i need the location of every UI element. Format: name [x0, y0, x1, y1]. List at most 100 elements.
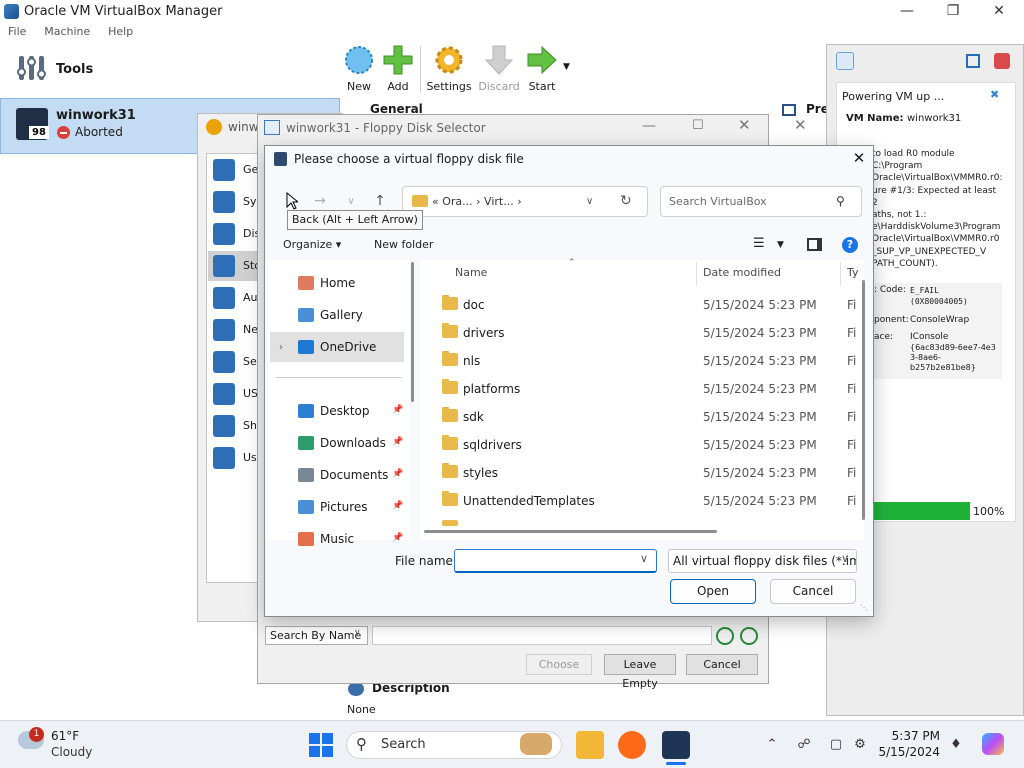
- floppy-maximize-icon[interactable]: ☐: [692, 118, 704, 133]
- new-folder-button[interactable]: New folder: [374, 238, 433, 251]
- tools-row[interactable]: [0, 42, 340, 96]
- start-dropdown-icon[interactable]: ▼: [563, 62, 570, 72]
- settings-category-item[interactable]: US: [208, 379, 264, 409]
- settings-category-item[interactable]: Us: [208, 443, 264, 473]
- clock-date[interactable]: 5/15/2024: [872, 745, 940, 759]
- menu-machine[interactable]: Machine: [44, 25, 90, 38]
- menu-help[interactable]: Help: [108, 25, 133, 38]
- up-arrow-icon[interactable]: ↑: [370, 193, 390, 211]
- leave-empty-button[interactable]: Leave Empty: [604, 654, 676, 690]
- file-type-filter[interactable]: All virtual floppy disk files (*.im: [668, 549, 857, 573]
- settings-category-icon: [213, 287, 235, 309]
- help-icon[interactable]: ?: [842, 237, 858, 253]
- view-options-icon[interactable]: ☰: [753, 236, 765, 251]
- nav-item-label: Home: [320, 276, 356, 290]
- refresh-icon[interactable]: ↻: [620, 193, 632, 209]
- weather-description[interactable]: Cloudy: [51, 745, 92, 759]
- file-list-item[interactable]: sdk 5/15/2024 5:23 PM Fi: [436, 402, 856, 430]
- file-explorer-icon[interactable]: [576, 731, 604, 759]
- virtualbox-taskbar-icon[interactable]: [662, 731, 690, 759]
- breadcrumb[interactable]: « Ora... › Virt... ›: [432, 195, 522, 208]
- file-name-dropdown-icon[interactable]: ∨: [640, 552, 648, 565]
- settings-category-item[interactable]: Ge: [208, 155, 264, 185]
- chooser-close-icon[interactable]: ✕: [849, 148, 869, 168]
- column-type[interactable]: Ty: [847, 266, 859, 279]
- organize-button[interactable]: Organize ▾: [283, 238, 341, 251]
- expand-chevron-icon[interactable]: ›: [279, 342, 283, 353]
- search-highlight-icon[interactable]: [520, 733, 552, 755]
- preview-pane-icon[interactable]: [807, 238, 822, 251]
- settings-category-item[interactable]: Ne: [208, 315, 264, 345]
- windows-start-icon[interactable]: [309, 733, 333, 757]
- search-icon[interactable]: [716, 627, 734, 645]
- file-list-item[interactable]: doc 5/15/2024 5:23 PM Fi: [436, 290, 856, 318]
- file-list-item[interactable]: UnattendedTemplates 5/15/2024 5:23 PM Fi: [436, 486, 856, 514]
- nav-item-onedrive[interactable]: OneDrive: [270, 332, 404, 362]
- file-date-modified: 5/15/2024 5:23 PM: [703, 494, 817, 508]
- tray-overflow-chevron-icon[interactable]: ⌃: [764, 737, 780, 753]
- horizontal-scrollbar[interactable]: [424, 530, 717, 533]
- floppy-minimize-icon[interactable]: —: [642, 118, 656, 134]
- search-reset-icon[interactable]: [740, 627, 758, 645]
- copilot-icon[interactable]: [982, 733, 1004, 755]
- settings-close-icon[interactable]: ✕: [794, 116, 807, 134]
- chooser-cancel-button[interactable]: Cancel: [770, 579, 856, 604]
- start-button[interactable]: Start: [517, 44, 567, 96]
- add-button[interactable]: Add: [373, 44, 423, 96]
- settings-category-item[interactable]: Sto: [208, 251, 264, 281]
- nav-item-documents[interactable]: Documents 📌: [270, 460, 404, 490]
- firefox-icon[interactable]: [618, 731, 646, 759]
- pin-icon[interactable]: ✖: [990, 89, 1000, 100]
- settings-category-item[interactable]: Se: [208, 347, 264, 377]
- open-button[interactable]: Open: [670, 579, 756, 604]
- nav-item-pictures[interactable]: Pictures 📌: [270, 492, 404, 522]
- notification-center-icon[interactable]: [836, 52, 854, 70]
- settings-category-item[interactable]: Sha: [208, 411, 264, 441]
- folder-icon: [442, 323, 458, 338]
- forward-arrow-icon[interactable]: →: [310, 193, 330, 211]
- volume-icon[interactable]: ⚙: [852, 737, 868, 753]
- file-list-item[interactable]: drivers 5/15/2024 5:23 PM Fi: [436, 318, 856, 346]
- search-term-input[interactable]: [372, 626, 712, 645]
- file-type-dropdown-icon[interactable]: ∨: [841, 552, 849, 565]
- menu-file[interactable]: File: [8, 25, 26, 38]
- floppy-close-icon[interactable]: ✕: [738, 116, 751, 134]
- settings-label: Settings: [426, 80, 472, 93]
- file-list-item[interactable]: sqldrivers 5/15/2024 5:23 PM Fi: [436, 430, 856, 458]
- display-icon[interactable]: ▢: [828, 737, 844, 753]
- column-date-modified[interactable]: Date modified: [703, 266, 781, 279]
- settings-category-item[interactable]: Sys: [208, 187, 264, 217]
- nav-item-downloads[interactable]: Downloads 📌: [270, 428, 404, 458]
- notification-bell-icon[interactable]: ♦: [948, 737, 964, 753]
- search-mode-select[interactable]: Search By Name: [265, 626, 368, 645]
- address-dropdown-chevron-icon[interactable]: ∨: [586, 196, 593, 207]
- maximize-icon[interactable]: ❐: [930, 0, 976, 24]
- column-name[interactable]: Name: [455, 266, 487, 279]
- settings-category-item[interactable]: Dis: [208, 219, 264, 249]
- file-list-scrollbar[interactable]: [862, 280, 865, 520]
- pictures-icon: [298, 500, 314, 514]
- file-list-item[interactable]: nls 5/15/2024 5:23 PM Fi: [436, 346, 856, 374]
- choose-button[interactable]: Choose: [526, 654, 592, 675]
- settings-category-icon: [213, 159, 235, 181]
- minimize-icon[interactable]: —: [884, 0, 930, 24]
- settings-category-item[interactable]: Au: [208, 283, 264, 313]
- file-name-input[interactable]: [454, 549, 657, 573]
- close-icon[interactable]: ✕: [976, 0, 1022, 24]
- view-options-chevron-icon[interactable]: ▼: [777, 240, 784, 250]
- file-list-item[interactable]: styles 5/15/2024 5:23 PM Fi: [436, 458, 856, 486]
- notification-toggle-icon[interactable]: [966, 54, 980, 68]
- floppy-cancel-button[interactable]: Cancel: [686, 654, 758, 675]
- network-offline-icon[interactable]: ☍: [796, 737, 812, 753]
- navigation-scrollbar[interactable]: [411, 262, 414, 402]
- clock-time[interactable]: 5:37 PM: [872, 729, 940, 743]
- weather-temperature[interactable]: 61°F: [51, 729, 79, 743]
- nav-item-music[interactable]: Music 📌: [270, 524, 404, 554]
- notification-close-all-icon[interactable]: [994, 53, 1010, 69]
- nav-item-home[interactable]: Home: [270, 268, 404, 298]
- nav-item-desktop[interactable]: Desktop 📌: [270, 396, 404, 426]
- settings-button[interactable]: Settings: [424, 44, 474, 96]
- file-list-item[interactable]: platforms 5/15/2024 5:23 PM Fi: [436, 374, 856, 402]
- resize-grip-icon[interactable]: ⋱: [860, 603, 868, 612]
- nav-item-gallery[interactable]: Gallery: [270, 300, 404, 330]
